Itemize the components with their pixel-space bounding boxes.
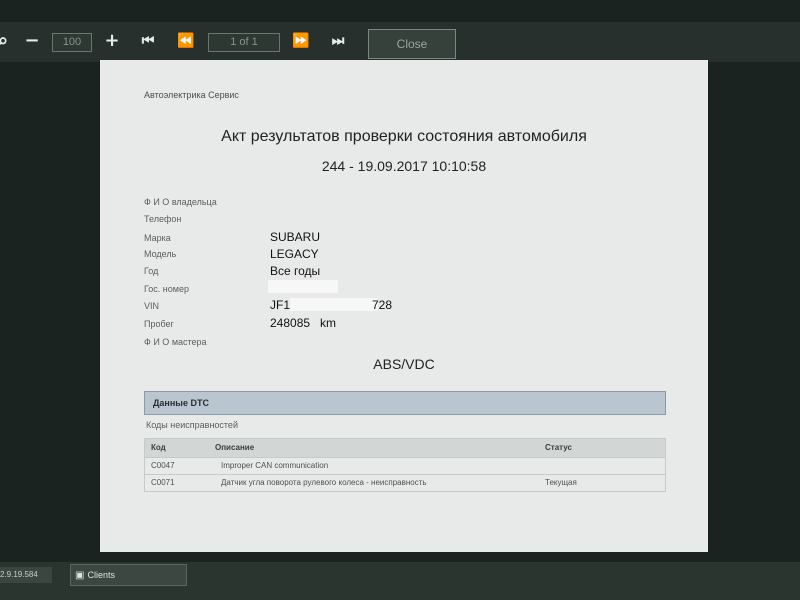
mileage-value: 248085 km <box>270 316 337 330</box>
clients-label: Clients <box>87 570 115 580</box>
company-name: Автоэлектрика Сервис <box>144 90 239 100</box>
dtc-section-header: Данные DTC <box>144 391 666 415</box>
make-value: SUBARU <box>270 230 321 244</box>
zoom-in-icon[interactable]: + <box>101 30 123 52</box>
vin-value: JF1 <box>270 298 291 312</box>
report-viewer-toolbar: ⌕ − 100 + ⏮ ⏪ 1 of 1 ⏩ ⏭ Close <box>0 22 800 62</box>
report-subtitle: 244 - 19.09.2017 10:10:58 <box>321 158 487 174</box>
year-label: Год <box>144 266 159 276</box>
version-label: 2.9.19.584 <box>0 567 52 583</box>
plate-value-redacted <box>268 280 338 293</box>
year-value: Все годы <box>270 264 321 278</box>
close-button[interactable]: Close <box>368 29 456 59</box>
mileage-label: Пробег <box>144 319 174 329</box>
plate-label: Гос. номер <box>144 284 189 294</box>
model-label: Модель <box>144 249 177 259</box>
taskbar: 2.9.19.584 ▣ Clients <box>0 562 800 600</box>
report-title: Акт результатов проверки состояния автом… <box>221 128 587 145</box>
dtc-code: C0047 <box>151 461 175 470</box>
last-page-icon[interactable]: ⏭ <box>327 30 349 52</box>
dtc-code: C0071 <box>151 478 175 487</box>
previous-page-icon[interactable]: ⏪ <box>174 30 198 52</box>
first-page-icon[interactable]: ⏮ <box>137 30 159 52</box>
zoom-out-icon[interactable]: − <box>22 30 42 52</box>
table-header: Код Описание Статус <box>145 439 665 457</box>
next-page-icon[interactable]: ⏩ <box>289 30 313 52</box>
master-label: Ф И О мастера <box>144 337 207 347</box>
faults-label: Коды неисправностей <box>146 420 238 430</box>
zoom-input[interactable]: 100 <box>52 33 92 52</box>
dtc-status: Текущая <box>545 478 577 487</box>
window-icon: ▣ <box>75 570 85 581</box>
zoom-out-icon[interactable]: ⌕ <box>0 30 10 52</box>
report-page: Автоэлектрика Сервис Акт результатов про… <box>100 60 708 552</box>
model-value: LEGACY <box>270 247 319 261</box>
system-title: ABS/VDC <box>373 356 435 372</box>
page-indicator[interactable]: 1 of 1 <box>208 33 280 52</box>
column-header-code: Код <box>151 443 166 452</box>
dtc-description: Improper CAN communication <box>221 461 329 470</box>
table-row: C0047 Improper CAN communication <box>145 457 665 474</box>
column-header-status: Статус <box>545 443 572 452</box>
owner-label: Ф И О владельца <box>144 197 217 207</box>
column-header-description: Описание <box>215 443 255 452</box>
vin-value-end: 728 <box>372 298 393 312</box>
table-row: C0071 Датчик угла поворота рулевого коле… <box>145 474 665 491</box>
phone-label: Телефон <box>144 214 182 224</box>
make-label: Марка <box>144 233 171 243</box>
dtc-table: Код Описание Статус C0047 Improper CAN c… <box>144 438 666 492</box>
dtc-header-label: Данные DTC <box>153 398 209 408</box>
dtc-description: Датчик угла поворота рулевого колеса - н… <box>221 478 427 487</box>
vin-label: VIN <box>144 301 160 311</box>
vin-redacted <box>290 298 378 311</box>
taskbar-clients-button[interactable]: ▣ Clients <box>70 564 187 586</box>
